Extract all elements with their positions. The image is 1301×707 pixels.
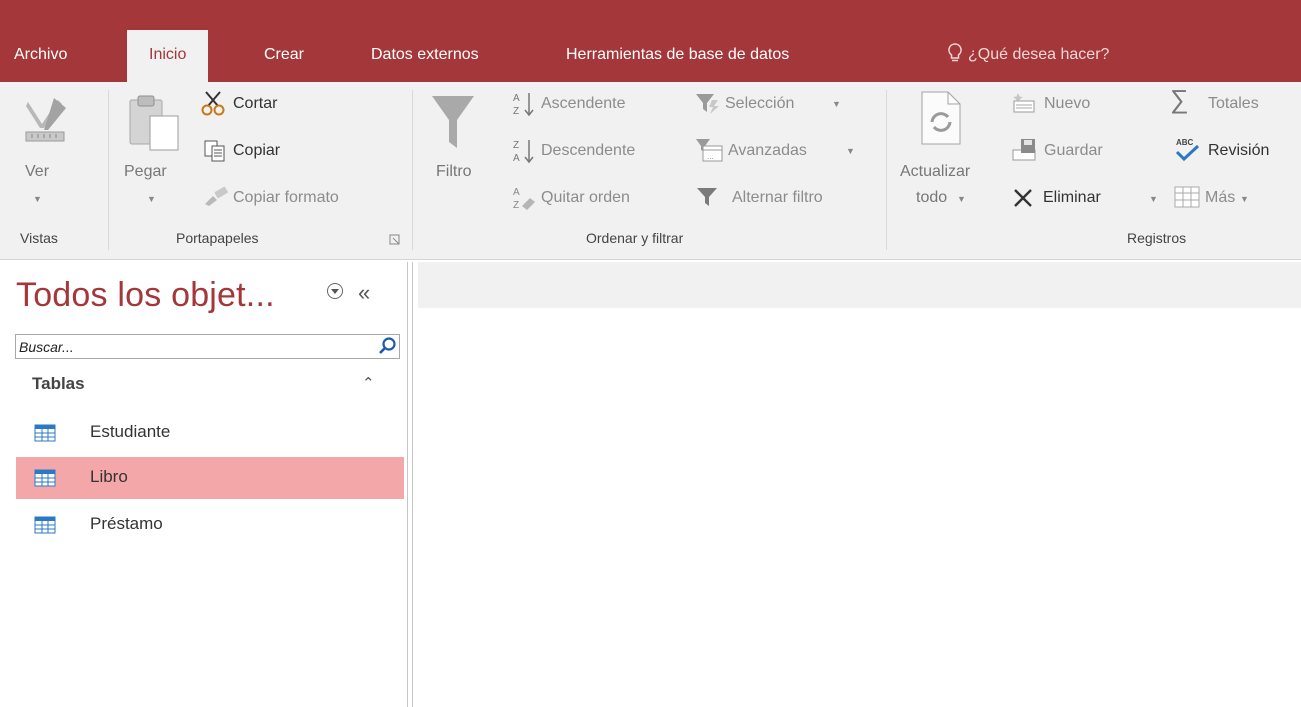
nuevo-label: Nuevo — [1044, 95, 1091, 112]
seleccion-dropdown-caret: ▼ — [832, 99, 841, 109]
format-painter-icon — [205, 186, 228, 206]
group-separator — [886, 90, 887, 250]
cortar-label: Cortar — [233, 95, 278, 112]
svg-text:A: A — [513, 153, 520, 164]
group-label-vistas: Vistas — [20, 230, 58, 246]
svg-text:A: A — [513, 93, 520, 104]
refresh-icon — [921, 91, 961, 145]
work-area-header — [418, 262, 1301, 308]
actualizar-dropdown-caret: ▼ — [957, 194, 966, 204]
svg-text:Z: Z — [513, 140, 519, 151]
save-icon — [1012, 139, 1036, 161]
table-icon — [34, 424, 56, 442]
filter-icon — [432, 96, 474, 148]
pegar-label: Pegar — [124, 163, 167, 180]
revision-label: Revisión — [1208, 142, 1270, 159]
collapse-pane-icon[interactable]: « — [358, 280, 370, 306]
search-box — [15, 334, 400, 359]
sigma-icon: ∑ — [1170, 84, 1189, 114]
mas-dropdown-caret: ▼ — [1240, 194, 1249, 204]
nav-item-libro[interactable]: Libro — [16, 457, 404, 499]
actualizar-label: Actualizar — [900, 163, 971, 180]
collapse-group-icon[interactable]: ⌃ — [362, 374, 375, 392]
more-table-icon — [1174, 186, 1200, 208]
eliminar-label: Eliminar — [1043, 189, 1101, 206]
group-label-registros: Registros — [1127, 230, 1187, 246]
descendente-label: Descendente — [541, 142, 636, 159]
copiar-formato-label: Copiar formato — [233, 189, 339, 206]
ribbon-tab-bar: Archivo Inicio Crear Datos externos Herr… — [0, 30, 1301, 82]
new-record-icon — [1013, 93, 1035, 113]
ascendente-label: Ascendente — [541, 95, 626, 112]
mas-label: Más — [1205, 189, 1236, 206]
clear-sort-icon: A Z — [513, 187, 535, 211]
tab-herramientas-base-datos[interactable]: Herramientas de base de datos — [566, 44, 789, 66]
svg-text:Z: Z — [513, 200, 519, 211]
tables-group-header[interactable]: Tablas — [32, 374, 85, 394]
eliminar-dropdown-caret: ▼ — [1149, 194, 1158, 204]
tell-me-label: ¿Qué desea hacer? — [968, 46, 1110, 63]
tab-archivo[interactable]: Archivo — [14, 44, 67, 66]
nav-pane-title[interactable]: Todos los objet... — [16, 276, 275, 315]
paste-icon — [129, 95, 179, 151]
scissors-icon — [201, 91, 225, 116]
search-input[interactable] — [16, 335, 366, 358]
tab-datos-externos[interactable]: Datos externos — [371, 44, 479, 66]
alternar-filtro-label: Alternar filtro — [732, 189, 823, 206]
spelling-check-icon: ABC — [1175, 138, 1200, 162]
tab-crear[interactable]: Crear — [264, 44, 304, 66]
ver-label: Ver — [25, 163, 50, 180]
advanced-filter-icon: ... — [696, 139, 723, 162]
todo-label: todo — [916, 189, 948, 206]
view-icon — [25, 98, 66, 142]
pegar-dropdown-caret: ▼ — [147, 194, 156, 204]
avanzadas-dropdown-caret: ▼ — [846, 146, 855, 156]
svg-text:Z: Z — [513, 106, 519, 117]
nav-item-label: Estudiante — [90, 422, 171, 441]
tab-inicio[interactable]: Inicio — [127, 30, 209, 82]
group-label-portapapeles: Portapapeles — [176, 230, 259, 246]
toggle-filter-icon — [697, 188, 717, 206]
sort-descending-icon: Z A — [513, 140, 534, 164]
pane-splitter[interactable] — [412, 262, 413, 707]
svg-text:ABC: ABC — [1176, 138, 1194, 147]
group-separator — [412, 90, 413, 250]
filtro-label: Filtro — [436, 163, 472, 180]
navigation-pane: Todos los objet... « Tablas ⌃ Estudiante… — [12, 262, 408, 707]
group-separator — [108, 90, 109, 250]
table-icon — [34, 516, 56, 534]
seleccion-label: Selección — [725, 95, 795, 112]
selection-filter-icon — [696, 94, 719, 114]
delete-icon — [1014, 189, 1032, 207]
table-icon — [34, 469, 56, 487]
nav-item-estudiante[interactable]: Estudiante — [16, 412, 404, 454]
title-bar — [0, 0, 1301, 30]
ver-dropdown-caret: ▼ — [33, 194, 42, 204]
dialog-launcher-icon[interactable] — [389, 234, 401, 246]
avanzadas-label: Avanzadas — [728, 142, 807, 159]
tell-me-box[interactable]: ¿Qué desea hacer? — [948, 43, 1109, 64]
svg-text:A: A — [513, 187, 520, 198]
ribbon: Ver ▼ Vistas Pegar ▼ Cortar Copiar Copia… — [0, 82, 1301, 260]
guardar-label: Guardar — [1044, 142, 1103, 159]
sort-ascending-icon: A Z — [513, 93, 534, 117]
nav-menu-dropdown-icon[interactable] — [326, 282, 344, 300]
document-work-area — [412, 262, 1301, 707]
quitar-orden-label: Quitar orden — [541, 189, 630, 206]
search-icon[interactable] — [377, 336, 397, 356]
copiar-label: Copiar — [233, 142, 281, 159]
copy-icon — [204, 140, 225, 162]
nav-item-label: Préstamo — [90, 514, 163, 533]
nav-item-label: Libro — [90, 467, 128, 486]
lightbulb-icon — [948, 43, 962, 62]
svg-text:...: ... — [707, 152, 714, 161]
nav-item-prestamo[interactable]: Préstamo — [16, 504, 404, 546]
totales-label: Totales — [1208, 95, 1259, 112]
group-label-ordenar-filtrar: Ordenar y filtrar — [586, 230, 684, 246]
